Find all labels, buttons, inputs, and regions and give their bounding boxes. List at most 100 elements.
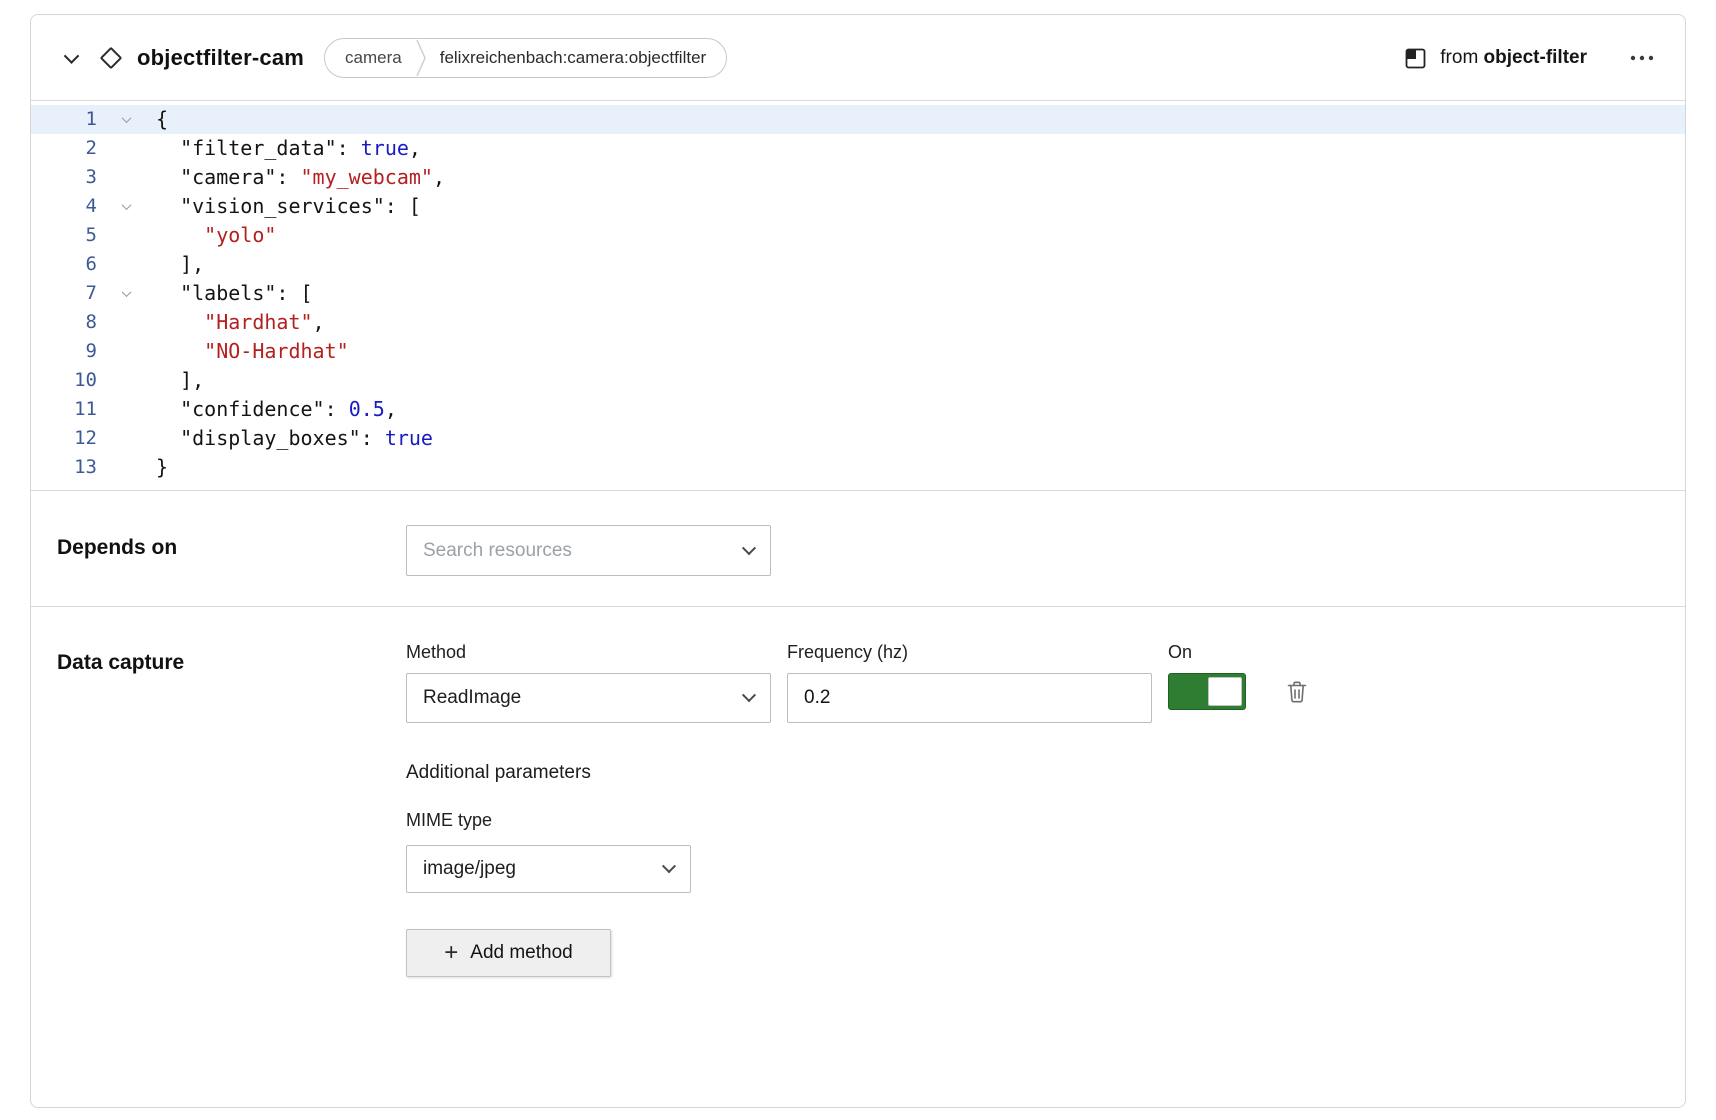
fold-toggle[interactable] [97,279,156,308]
method-select[interactable]: ReadImage [406,673,771,723]
editor-line[interactable]: 8 "Hardhat", [31,308,1685,337]
fold-toggle[interactable] [97,192,156,221]
json-editor[interactable]: 1{2 "filter_data": true,3 "camera": "my_… [31,101,1685,490]
editor-line[interactable]: 3 "camera": "my_webcam", [31,163,1685,192]
line-number: 13 [31,453,97,482]
editor-line[interactable]: 4 "vision_services": [ [31,192,1685,221]
chevron-down-icon [742,688,756,702]
module-source: from object-filter [1404,46,1587,70]
editor-line[interactable]: 12 "display_boxes": true [31,424,1685,453]
code-text: "confidence": 0.5, [156,395,397,424]
component-diamond-icon [100,46,123,69]
code-text: "Hardhat", [156,308,325,337]
fold-gutter [97,366,156,395]
editor-line[interactable]: 5 "yolo" [31,221,1685,250]
frequency-field: Frequency (hz) [787,641,1152,723]
line-number: 7 [31,279,97,308]
search-resources-placeholder: Search resources [423,540,572,562]
frequency-label: Frequency (hz) [787,641,1152,663]
on-label: On [1168,641,1310,663]
module-icon [1404,46,1428,70]
capture-toggle-field: On [1168,641,1310,723]
line-number: 11 [31,395,97,424]
depends-on-title: Depends on [57,525,406,576]
fold-gutter [97,134,156,163]
code-text: { [156,105,168,134]
editor-line[interactable]: 6 ], [31,250,1685,279]
code-text: } [156,453,168,482]
data-capture-section: Data capture Method ReadImage Frequency … [31,606,1685,1107]
mime-type-value: image/jpeg [423,858,516,880]
delete-method-button[interactable] [1284,678,1310,706]
method-label: Method [406,641,771,663]
search-resources-select[interactable]: Search resources [406,525,771,576]
resource-type-label: camera [345,48,402,68]
fold-gutter [97,163,156,192]
code-text: "vision_services": [ [156,192,421,221]
fold-gutter [97,337,156,366]
resource-model-label: felixreichenbach:camera:objectfilter [440,48,706,68]
more-options-button[interactable] [1625,44,1659,72]
data-capture-title: Data capture [57,641,406,977]
fold-gutter [97,453,156,482]
add-method-button[interactable]: + Add method [406,929,611,977]
toggle-knob [1208,677,1242,706]
trash-icon [1285,679,1309,705]
code-text: ], [156,250,204,279]
editor-line[interactable]: 13} [31,453,1685,482]
mime-type-select[interactable]: image/jpeg [406,845,691,893]
editor-line[interactable]: 11 "confidence": 0.5, [31,395,1685,424]
collapse-button[interactable] [57,44,85,72]
line-number: 4 [31,192,97,221]
plus-icon: + [444,941,458,965]
line-number: 10 [31,366,97,395]
code-text: "labels": [ [156,279,313,308]
code-text: "camera": "my_webcam", [156,163,445,192]
line-number: 5 [31,221,97,250]
method-field: Method ReadImage [406,641,771,723]
editor-line[interactable]: 9 "NO-Hardhat" [31,337,1685,366]
line-number: 1 [31,105,97,134]
frequency-input[interactable] [787,673,1152,723]
line-number: 2 [31,134,97,163]
line-number: 6 [31,250,97,279]
from-module-label: from object-filter [1440,47,1587,69]
card-header: objectfilter-cam camera felixreichenbach… [31,15,1685,101]
chevron-down-icon [122,200,132,210]
code-text: "display_boxes": true [156,424,433,453]
fold-gutter [97,308,156,337]
code-text: ], [156,366,204,395]
editor-line[interactable]: 7 "labels": [ [31,279,1685,308]
line-number: 8 [31,308,97,337]
resource-title: objectfilter-cam [137,45,304,71]
chevron-down-icon [662,859,676,873]
chevron-down-icon [122,287,132,297]
code-text: "yolo" [156,221,276,250]
chevron-down-icon [63,48,79,64]
fold-toggle[interactable] [97,105,156,134]
add-method-label: Add method [470,942,572,964]
mime-type-label: MIME type [406,809,1310,831]
depends-on-section: Depends on Search resources [31,490,1685,606]
chevron-down-icon [742,541,756,555]
code-text: "filter_data": true, [156,134,421,163]
editor-line[interactable]: 2 "filter_data": true, [31,134,1685,163]
resource-config-card: objectfilter-cam camera felixreichenbach… [30,14,1686,1108]
fold-gutter [97,424,156,453]
ellipsis-icon [1629,54,1655,62]
fold-gutter [97,221,156,250]
fold-gutter [97,395,156,424]
line-number: 3 [31,163,97,192]
additional-parameters-label: Additional parameters [406,761,1310,785]
code-text: "NO-Hardhat" [156,337,349,366]
chevron-down-icon [122,113,132,123]
badge-separator-icon [416,38,426,78]
resource-type-badge: camera felixreichenbach:camera:objectfil… [324,38,727,78]
editor-line[interactable]: 1{ [31,105,1685,134]
data-capture-content: Method ReadImage Frequency (hz) On [406,641,1310,977]
editor-line[interactable]: 10 ], [31,366,1685,395]
capture-on-toggle[interactable] [1168,673,1246,710]
fold-gutter [97,250,156,279]
line-number: 12 [31,424,97,453]
line-number: 9 [31,337,97,366]
